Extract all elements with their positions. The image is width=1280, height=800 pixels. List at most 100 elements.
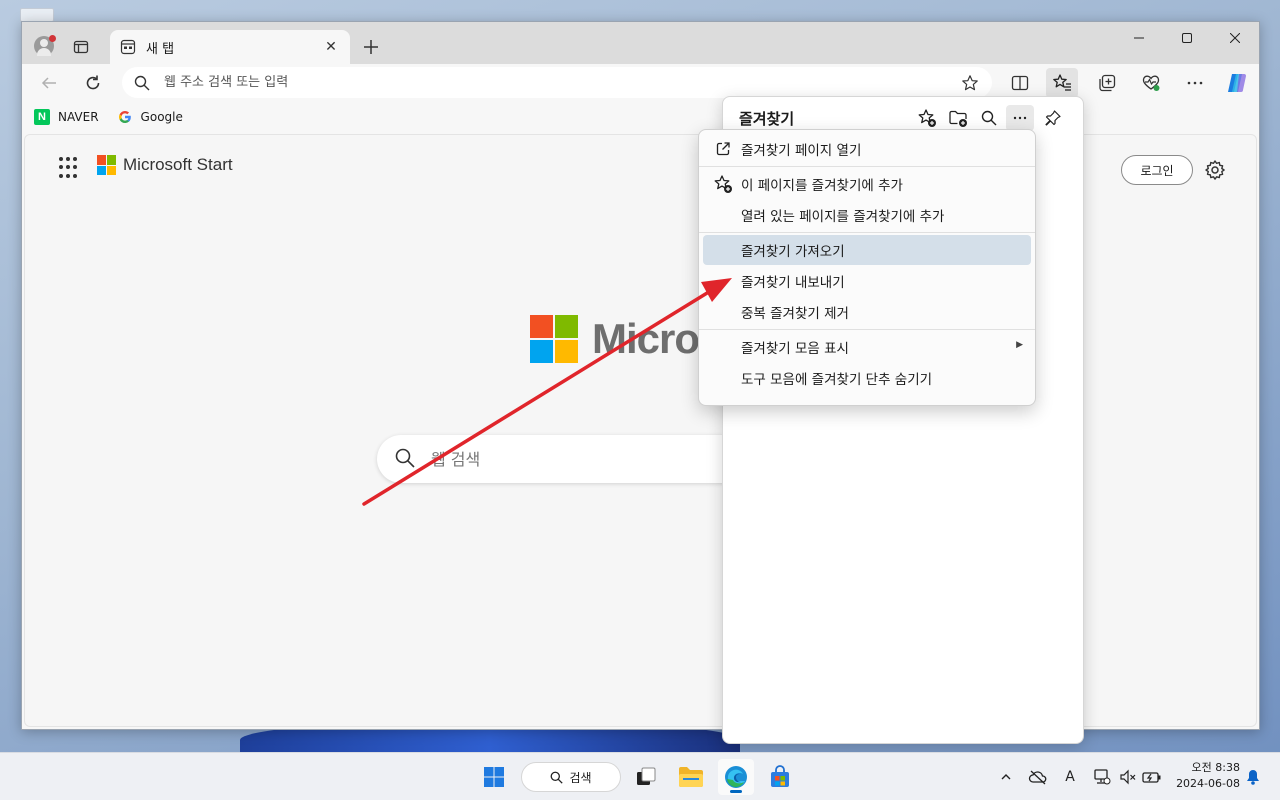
favorites-button[interactable] <box>1046 68 1078 98</box>
title-bar: 새 탭 ✕ <box>22 22 1259 64</box>
submenu-arrow-icon: ▶ <box>1016 340 1023 350</box>
add-favorite-star-icon[interactable] <box>960 73 980 93</box>
microsoft-logo-icon <box>97 155 117 175</box>
folder-icon <box>679 767 703 787</box>
bookmark-label: NAVER <box>58 110 99 124</box>
star-add-icon <box>918 109 936 127</box>
menu-item-show-favorites-bar[interactable]: 즐겨찾기 모음 표시 ▶ <box>703 332 1031 362</box>
bookmark-label: Google <box>140 110 183 124</box>
windows-logo-icon <box>484 767 504 787</box>
taskbar-search[interactable]: 검색 <box>521 762 621 792</box>
bell-icon <box>1247 770 1259 785</box>
desktop-icon[interactable] <box>20 8 54 22</box>
onedrive-tray-button[interactable] <box>1028 767 1048 787</box>
open-external-icon <box>713 140 733 158</box>
menu-item-hide-favorites-button[interactable]: 도구 모음에 즐겨찾기 단추 숨기기 <box>703 363 1031 393</box>
menu-item-import-favorites[interactable]: 즐겨찾기 가져오기 <box>703 235 1031 265</box>
taskbar-search-label: 검색 <box>569 770 592 785</box>
menu-item-label: 열려 있는 페이지를 즐겨찾기에 추가 <box>741 209 945 225</box>
menu-item-add-open-pages[interactable]: 열려 있는 페이지를 즐겨찾기에 추가 <box>703 200 1031 230</box>
menu-item-add-this-page[interactable]: 이 페이지를 즐겨찾기에 추가 <box>703 169 1031 199</box>
profile-button[interactable] <box>30 32 58 60</box>
menu-item-open-favorites-page[interactable]: 즐겨찾기 페이지 열기 <box>703 134 1031 164</box>
new-tab-icon <box>120 39 136 55</box>
menu-item-label: 즐겨찾기 가져오기 <box>741 244 845 260</box>
page-settings-button[interactable] <box>1201 156 1229 184</box>
split-screen-icon <box>1011 75 1029 91</box>
search-icon <box>550 771 564 784</box>
more-options-button[interactable] <box>1006 105 1034 131</box>
notifications-button[interactable] <box>1243 767 1263 787</box>
address-bar[interactable] <box>122 67 992 98</box>
menu-item-remove-duplicates[interactable]: 중복 즐겨찾기 제거 <box>703 297 1031 327</box>
bookmark-naver[interactable]: N NAVER <box>34 109 99 125</box>
microsoft-start-logo[interactable]: Microsoft Start <box>97 155 233 175</box>
login-button[interactable]: 로그인 <box>1121 155 1193 185</box>
microsoft-logo-large-icon <box>530 315 578 363</box>
store-icon <box>771 765 789 787</box>
split-screen-button[interactable] <box>1004 68 1036 98</box>
star-add-icon <box>713 175 733 193</box>
search-icon <box>981 110 997 126</box>
tab-actions-button[interactable] <box>68 34 94 60</box>
task-view-icon <box>637 767 656 785</box>
heart-pulse-icon <box>1142 75 1160 91</box>
minimize-button[interactable] <box>1115 22 1163 54</box>
file-explorer-button[interactable] <box>673 759 709 795</box>
collections-button[interactable] <box>1091 68 1123 98</box>
menu-item-label: 도구 모음에 즐겨찾기 단추 숨기기 <box>741 372 933 388</box>
back-button[interactable] <box>34 69 64 97</box>
network-tray-button[interactable] <box>1092 767 1112 787</box>
collections-icon <box>1099 74 1116 92</box>
close-button[interactable] <box>1211 22 1259 54</box>
taskbar: 검색 A 오전 8:38 2024-06-08 <box>0 752 1280 800</box>
maximize-button[interactable] <box>1163 22 1211 54</box>
bookmark-google[interactable]: Google <box>117 109 183 125</box>
menu-separator <box>699 232 1035 233</box>
pin-icon <box>1045 110 1061 126</box>
more-dots-icon <box>1187 81 1203 85</box>
microsoft-store-button[interactable] <box>762 759 798 795</box>
system-clock[interactable]: 오전 8:38 2024-06-08 <box>1168 760 1240 792</box>
pin-pane-button[interactable] <box>1039 105 1067 131</box>
search-favorites-button[interactable] <box>975 105 1003 131</box>
refresh-icon <box>86 75 100 90</box>
tab-new-tab[interactable]: 새 탭 ✕ <box>110 30 350 64</box>
menu-item-export-favorites[interactable]: 즐겨찾기 내보내기 <box>703 266 1031 296</box>
battery-tray-button[interactable] <box>1142 767 1162 787</box>
tab-actions-icon <box>73 40 89 54</box>
edge-taskbar-button[interactable] <box>718 759 754 795</box>
new-tab-button[interactable] <box>358 34 384 60</box>
address-input[interactable] <box>164 75 960 90</box>
network-icon <box>1094 769 1111 785</box>
task-view-button[interactable] <box>628 759 664 795</box>
tab-close-icon[interactable]: ✕ <box>322 38 340 56</box>
start-button[interactable] <box>476 759 512 795</box>
copilot-icon <box>1228 74 1246 92</box>
search-icon <box>395 448 417 470</box>
menu-separator <box>699 329 1035 330</box>
favorites-title: 즐겨찾기 <box>739 110 795 128</box>
tab-title: 새 탭 <box>146 41 175 57</box>
chevron-up-icon <box>1001 774 1011 780</box>
browser-essentials-button[interactable] <box>1135 68 1167 98</box>
add-favorite-button[interactable] <box>913 105 941 131</box>
menu-item-label: 즐겨찾기 모음 표시 <box>741 341 849 357</box>
refresh-button[interactable] <box>78 69 108 97</box>
web-search-input[interactable] <box>431 449 731 469</box>
menu-item-label: 중복 즐겨찾기 제거 <box>741 306 849 322</box>
menu-item-label: 즐겨찾기 내보내기 <box>741 275 845 291</box>
app-launcher-icon[interactable] <box>59 157 81 179</box>
volume-tray-button[interactable] <box>1118 767 1138 787</box>
add-folder-button[interactable] <box>944 105 972 131</box>
copilot-button[interactable] <box>1221 68 1253 98</box>
volume-muted-icon <box>1120 769 1136 785</box>
more-dots-icon <box>1013 116 1027 120</box>
show-hidden-icons-button[interactable] <box>996 767 1016 787</box>
ime-indicator[interactable]: A <box>1060 767 1080 787</box>
clock-date: 2024-06-08 <box>1176 777 1240 790</box>
cloud-offline-icon <box>1028 770 1047 785</box>
google-icon <box>117 109 133 125</box>
search-icon <box>134 75 150 91</box>
settings-more-button[interactable] <box>1179 68 1211 98</box>
